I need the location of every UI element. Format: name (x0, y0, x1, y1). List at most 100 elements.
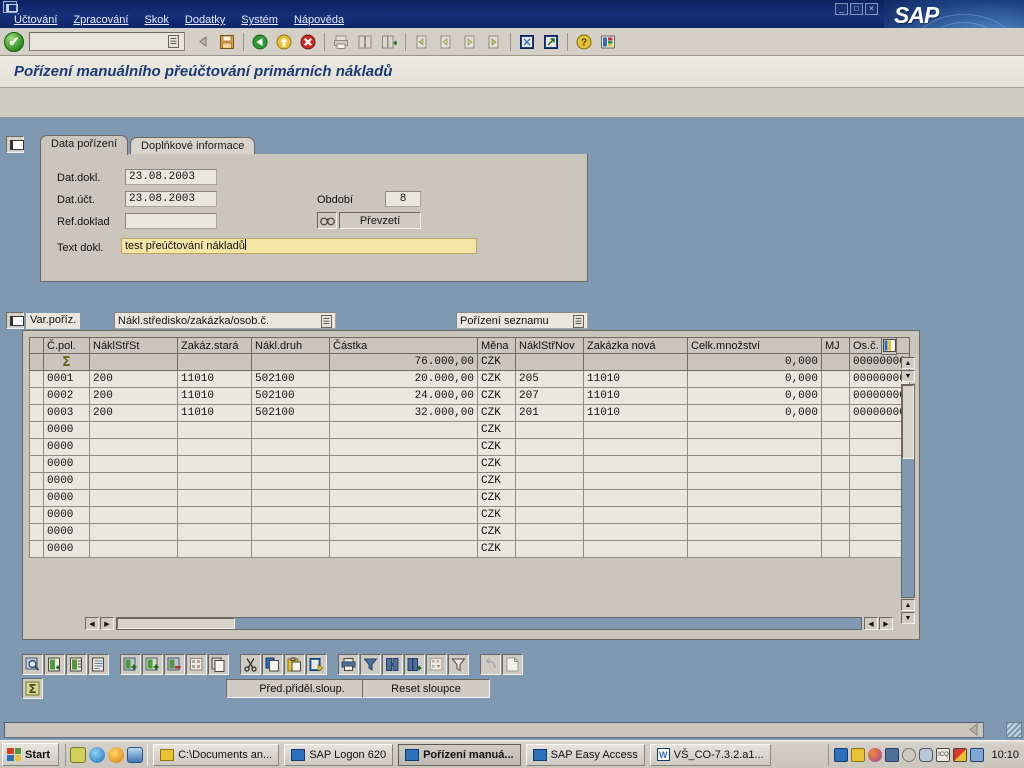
cell-order-old[interactable]: 11010 (177, 404, 252, 422)
doc-text-field[interactable]: test přeúčtování nákladů (121, 238, 477, 254)
cell-order-old[interactable]: 11010 (177, 387, 252, 405)
cell-item[interactable]: 0003 (43, 404, 90, 422)
cell-order-new[interactable] (583, 472, 688, 490)
cell-cc-old[interactable] (89, 353, 178, 371)
save-icon[interactable] (216, 31, 238, 52)
col-header-naklstrnov[interactable]: NáklStřNov (515, 337, 584, 354)
table-row[interactable]: 0000 CZK (29, 523, 910, 541)
cell-cc-old[interactable]: 200 (89, 404, 178, 422)
find-icon[interactable] (354, 31, 376, 52)
grid-scroll-up-button[interactable]: ▲ (901, 357, 915, 369)
next-page-icon[interactable] (459, 31, 481, 52)
cell-quantity[interactable] (687, 489, 822, 507)
cell-uom[interactable] (821, 489, 850, 507)
cell-item[interactable]: 0000 (43, 523, 90, 541)
back-arrow-icon[interactable] (192, 31, 214, 52)
posting-date-field[interactable]: 23.08.2003 (125, 191, 217, 207)
menu-item-zpracovani[interactable]: Zpracování (73, 14, 128, 26)
cell-quantity[interactable] (687, 438, 822, 456)
cell-amount[interactable] (329, 421, 478, 439)
cell-uom[interactable] (821, 472, 850, 490)
filter-icon[interactable] (448, 654, 469, 675)
page-scroll-left-button[interactable]: ◀ (864, 617, 878, 630)
cell-order-old[interactable] (177, 472, 252, 490)
cell-cost-elem[interactable] (251, 438, 330, 456)
cell-amount[interactable] (329, 489, 478, 507)
last-page-icon[interactable] (483, 31, 505, 52)
table-row[interactable]: 0000 CZK (29, 506, 910, 524)
cell-order-new[interactable]: 11010 (583, 387, 688, 405)
cell-currency[interactable]: CZK (477, 404, 516, 422)
cell-item[interactable]: 0001 (43, 370, 90, 388)
media-quicklaunch-icon[interactable] (70, 746, 87, 763)
cell-currency[interactable]: CZK (477, 472, 516, 490)
help-icon[interactable]: ? (573, 31, 595, 52)
cell-uom[interactable] (821, 506, 850, 524)
append-entry-icon[interactable] (142, 654, 163, 675)
col-header-naklstrst[interactable]: NáklStřSt (89, 337, 178, 354)
network-tray-icon[interactable] (885, 747, 900, 762)
prev-page-icon[interactable] (435, 31, 457, 52)
variant-select[interactable]: Nákl.středisko/zakázka/osob.č. ☰ (114, 312, 336, 329)
cell-quantity[interactable]: 0,000 (687, 387, 822, 405)
table-row[interactable]: 0000 CZK (29, 421, 910, 439)
cell-cost-elem[interactable] (251, 489, 330, 507)
table-row[interactable]: 0000 CZK (29, 540, 910, 558)
cell-amount[interactable] (329, 506, 478, 524)
window-resize-grip[interactable] (1006, 722, 1022, 738)
grid-horizontal-scroll-track[interactable] (116, 617, 862, 630)
cell-amount[interactable] (329, 540, 478, 558)
cell-amount[interactable]: 32.000,00 (329, 404, 478, 422)
layout-menu-icon[interactable] (597, 31, 619, 52)
row-selector[interactable] (29, 370, 44, 388)
cell-cost-elem[interactable] (251, 540, 330, 558)
row-selector[interactable] (29, 523, 44, 541)
table-row[interactable]: 0002 200 11010 502100 24.000,00 CZK 207 11010 0,… (29, 387, 910, 405)
cell-uom[interactable] (821, 455, 850, 473)
paste-special-icon[interactable] (306, 654, 327, 675)
volume-tray-icon[interactable] (970, 747, 985, 762)
cell-cc-new[interactable]: 205 (515, 370, 584, 388)
cell-amount[interactable] (329, 472, 478, 490)
player-quicklaunch-icon[interactable] (108, 746, 125, 763)
palette-tray-icon[interactable] (868, 747, 883, 762)
col-header-nakl-druh[interactable]: Nákl.druh (251, 337, 330, 354)
grid-scroll-left-button[interactable]: ◀ (85, 617, 99, 630)
menu-item-system[interactable]: Systém (241, 14, 278, 26)
cell-item[interactable]: 0000 (43, 506, 90, 524)
cell-cost-elem[interactable]: 502100 (251, 387, 330, 405)
cell-uom[interactable] (821, 404, 850, 422)
ie-quicklaunch-icon[interactable] (89, 746, 106, 763)
col-header-castka[interactable]: Částka (329, 337, 478, 354)
filter-funnel-icon[interactable] (360, 654, 381, 675)
cell-cc-new[interactable] (515, 455, 584, 473)
ref-document-field[interactable] (125, 213, 217, 229)
cell-cost-elem[interactable]: 502100 (251, 404, 330, 422)
insert-row-icon[interactable] (44, 654, 65, 675)
row-selector[interactable] (29, 387, 44, 405)
cell-cc-old[interactable]: 200 (89, 387, 178, 405)
sap-tray-icon[interactable] (834, 747, 849, 762)
grid-sum-row[interactable]: Σ 76.000,00 CZK 0,000 00000000 (29, 353, 910, 371)
cancel-red-icon[interactable] (297, 31, 319, 52)
cell-order-old[interactable]: 11010 (177, 370, 252, 388)
col-header-mena[interactable]: Měna (477, 337, 516, 354)
row-selector[interactable] (29, 353, 44, 371)
cell-order-new[interactable] (583, 489, 688, 507)
close-button[interactable]: × (865, 3, 878, 15)
row-selector[interactable] (29, 472, 44, 490)
cell-order-old[interactable] (177, 523, 252, 541)
menu-item-uctovani[interactable]: Účtování (14, 14, 57, 26)
print-grid-icon[interactable] (338, 654, 359, 675)
cell-order-new[interactable]: 11010 (583, 370, 688, 388)
cell-cc-new[interactable] (515, 540, 584, 558)
grid-layout-config-icon[interactable] (881, 337, 897, 355)
takeover-button[interactable]: Převzetí (339, 212, 421, 229)
status-message-field[interactable] (4, 722, 984, 738)
cell-cost-element[interactable] (251, 353, 330, 371)
col-header-mj[interactable]: MJ (821, 337, 850, 354)
desktop-quicklaunch-icon[interactable] (127, 746, 144, 763)
cell-uom[interactable] (821, 540, 850, 558)
find-next-icon[interactable] (378, 31, 400, 52)
table-row[interactable]: 0000 CZK (29, 455, 910, 473)
